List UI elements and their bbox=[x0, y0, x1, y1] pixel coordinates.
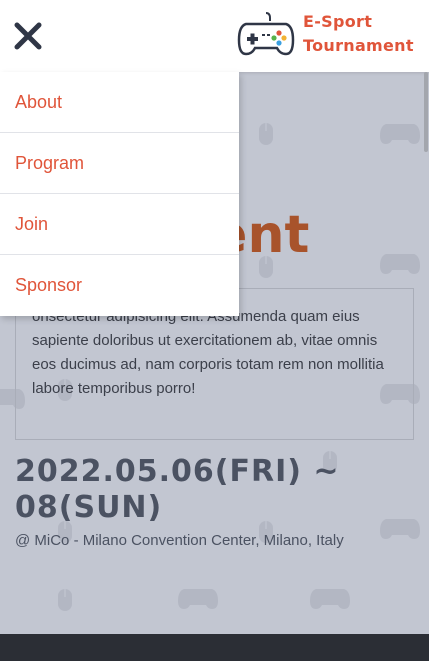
menu-item-join[interactable]: Join bbox=[0, 194, 239, 255]
menu-item-about[interactable]: About bbox=[0, 72, 239, 133]
footer-strip bbox=[0, 634, 429, 661]
scrollbar-thumb[interactable] bbox=[424, 72, 428, 152]
brand-line-1: E-Sport bbox=[303, 12, 373, 31]
menu-item-program[interactable]: Program bbox=[0, 133, 239, 194]
menu-item-sponsor[interactable]: Sponsor bbox=[0, 255, 239, 316]
event-date: 2022.05.06(FRI) ~ 08(SUN) bbox=[15, 454, 340, 525]
site-header: E-Sport Tournament bbox=[0, 0, 429, 72]
nav-menu: About Program Join Sponsor bbox=[0, 72, 239, 316]
event-venue: @ MiCo - Milano Convention Center, Milan… bbox=[15, 532, 344, 549]
close-icon[interactable] bbox=[12, 20, 44, 52]
close-menu-button[interactable] bbox=[12, 20, 44, 52]
gamepad-icon[interactable] bbox=[236, 10, 296, 60]
brand-name[interactable]: E-Sport Tournament bbox=[303, 10, 427, 58]
description-text: onsectetur adipisicing elit. Assumenda q… bbox=[32, 308, 384, 397]
scrollbar[interactable] bbox=[423, 72, 429, 634]
brand-line-2: Tournament bbox=[303, 36, 414, 55]
